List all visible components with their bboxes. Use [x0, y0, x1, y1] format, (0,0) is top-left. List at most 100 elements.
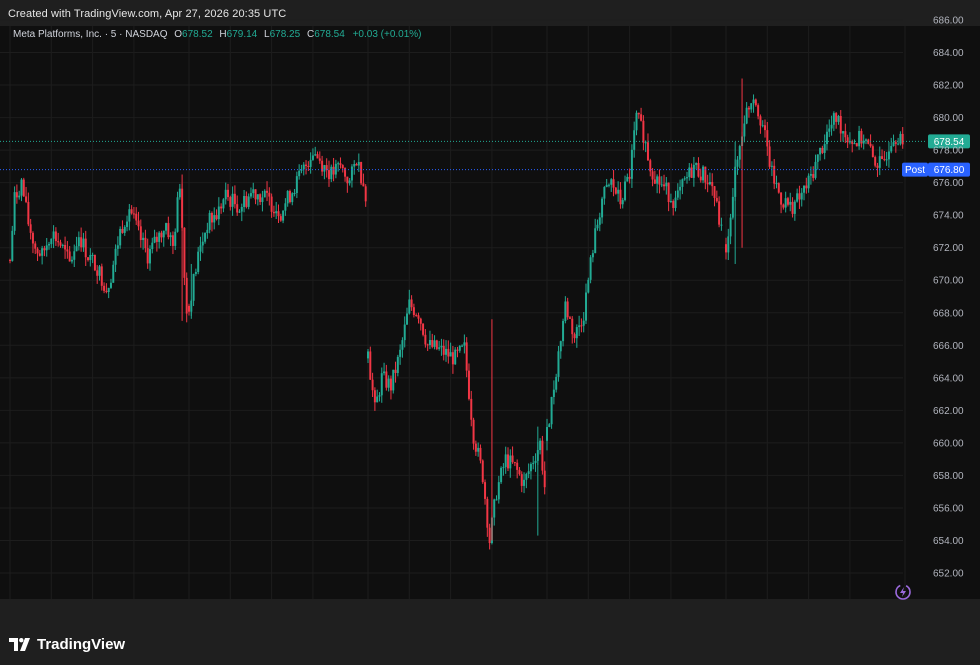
- candle-body: [467, 370, 470, 399]
- candle-body: [155, 236, 158, 242]
- tradingview-logo[interactable]: TradingView: [9, 635, 125, 653]
- candle-body: [894, 142, 897, 144]
- candle-body: [447, 348, 450, 357]
- symbol-name: Meta Platforms, Inc. · 5 · NASDAQ: [13, 29, 168, 40]
- candle-body: [89, 254, 92, 261]
- candle-body: [399, 349, 402, 357]
- candle-body: [188, 305, 190, 312]
- candle-body: [674, 197, 677, 208]
- replay-lightning-icon[interactable]: [893, 582, 913, 602]
- close-value: 678.54: [314, 29, 345, 40]
- candle-body: [582, 320, 585, 326]
- candle-body: [34, 243, 37, 249]
- candle-body: [158, 232, 161, 242]
- candle-body: [364, 186, 367, 202]
- candle-body: [596, 224, 599, 229]
- candle-body: [835, 113, 838, 122]
- candle-body: [786, 198, 789, 205]
- candle-body: [220, 206, 223, 209]
- candle-body: [745, 107, 748, 124]
- candle-body: [314, 154, 317, 156]
- grid-layer: [0, 19, 906, 599]
- candle-body: [160, 232, 163, 238]
- candle-body: [679, 186, 682, 191]
- candle-body: [825, 131, 828, 145]
- candle-body: [454, 349, 457, 365]
- candle-body: [341, 165, 344, 169]
- candle-body: [389, 378, 392, 391]
- candle-body: [688, 167, 691, 178]
- candle-body: [406, 313, 409, 325]
- candle-body: [367, 351, 369, 359]
- candle-body: [36, 248, 39, 254]
- candle-body: [759, 116, 762, 126]
- candle-body: [426, 344, 429, 346]
- candle-body: [433, 340, 436, 347]
- candle-body: [148, 249, 151, 264]
- candle-body: [424, 334, 427, 345]
- price-tick-label: 654.00: [933, 536, 964, 547]
- post-tag-label: Post: [905, 165, 925, 176]
- candle-body: [523, 479, 526, 486]
- candle-body: [546, 427, 548, 441]
- candle-body: [495, 499, 498, 501]
- candle-body: [589, 257, 592, 280]
- candle-body: [853, 143, 856, 145]
- candle-body: [897, 143, 900, 145]
- candle-body: [256, 194, 259, 200]
- candle-body: [229, 197, 232, 207]
- candle-body: [245, 195, 248, 207]
- candle-body: [506, 454, 509, 469]
- price-tick-label: 682.00: [933, 81, 964, 92]
- candle-body: [828, 128, 831, 132]
- candle-body: [777, 183, 780, 193]
- candle-body: [500, 467, 503, 483]
- candle-body: [9, 259, 11, 261]
- candle-body: [247, 196, 250, 207]
- candle-body: [272, 211, 275, 214]
- candle-body: [798, 193, 801, 200]
- candle-body: [77, 237, 80, 247]
- candlestick-chart[interactable]: 678.54 Post 676.80 652.00 654.00 656.00 658.0…: [0, 0, 980, 599]
- candle-body: [132, 213, 135, 215]
- candle-body: [887, 151, 890, 160]
- tradingview-logo-icon: [9, 637, 30, 651]
- candle-body: [231, 193, 234, 207]
- candle-body: [816, 154, 819, 162]
- candle-body: [757, 105, 760, 117]
- candle-body: [167, 223, 170, 238]
- candle-body: [635, 112, 638, 131]
- candle-body: [892, 142, 895, 147]
- candle-body: [766, 130, 769, 147]
- candle-body: [266, 190, 269, 193]
- candle-body: [121, 228, 124, 233]
- candle-body: [640, 114, 643, 121]
- price-tick-label: 678.00: [933, 146, 964, 157]
- candle-body: [100, 266, 103, 286]
- candle-body: [821, 147, 824, 153]
- candle-body: [327, 170, 330, 180]
- candle-body: [288, 190, 291, 203]
- candle-body: [729, 217, 732, 237]
- candle-body: [720, 224, 723, 226]
- candle-body: [261, 197, 264, 203]
- candle-body: [796, 193, 799, 202]
- candle-body: [711, 181, 714, 187]
- candle-body: [442, 345, 445, 355]
- candle-body: [87, 257, 90, 261]
- candle-body: [465, 342, 468, 371]
- candle-body: [59, 242, 62, 246]
- candle-body: [11, 230, 14, 261]
- candle-body: [311, 155, 314, 160]
- candle-body: [337, 163, 340, 165]
- candle-body: [789, 201, 792, 205]
- price-tick-label: 656.00: [933, 503, 964, 514]
- candle-body: [66, 249, 69, 252]
- candle-body: [109, 282, 112, 288]
- candle-body: [844, 131, 847, 138]
- candle-body: [355, 163, 358, 166]
- candle-body: [699, 176, 702, 181]
- candle-body: [672, 201, 675, 208]
- candle-body: [440, 345, 443, 348]
- candle-body: [605, 184, 608, 187]
